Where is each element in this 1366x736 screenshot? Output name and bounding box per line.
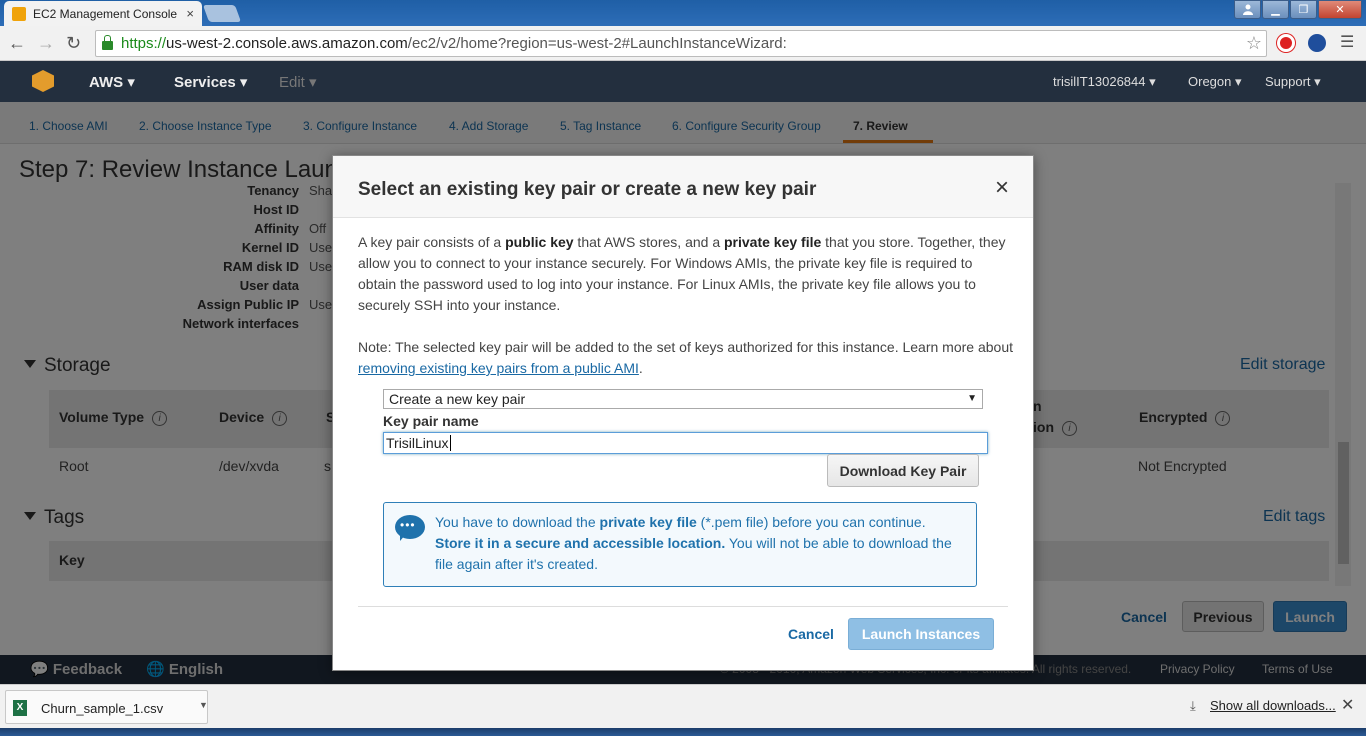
tab-close-icon[interactable]: × — [186, 6, 194, 21]
key-pair-description: A key pair consists of a public key that… — [358, 234, 1006, 313]
user-icon[interactable] — [1234, 0, 1261, 19]
dialog-divider — [358, 606, 1008, 607]
close-downloads-icon[interactable]: ✕ — [1341, 695, 1354, 715]
url-input[interactable]: https://us-west-2.console.aws.amazon.com… — [95, 30, 1267, 57]
speech-bubble-icon — [395, 515, 425, 541]
close-icon[interactable]: × — [995, 176, 1009, 200]
window-controls: ▁ ❐ ✕ — [1234, 0, 1362, 19]
remove-key-pairs-link[interactable]: removing existing key pairs from a publi… — [358, 360, 639, 376]
dialog-cancel-button[interactable]: Cancel — [788, 626, 834, 642]
key-pair-note: Note: The selected key pair will be adde… — [358, 339, 1014, 376]
lock-icon — [102, 35, 113, 50]
opera-extension-icon[interactable] — [1277, 34, 1295, 52]
download-file-name: Churn_sample_1.csv — [41, 701, 164, 716]
show-all-downloads-link[interactable]: Show all downloads... — [1210, 698, 1336, 713]
key-pair-dialog: Select an existing key pair or create a … — [332, 155, 1034, 671]
download-item[interactable]: X Churn_sample_1.csv ▼ — [5, 690, 208, 724]
maximize-button[interactable]: ❐ — [1290, 0, 1317, 19]
browser-titlebar: EC2 Management Console × ▁ ❐ ✕ — [0, 0, 1366, 26]
aws-favicon-icon — [12, 6, 26, 21]
key-pair-option-select[interactable]: Create a new key pair ▼ — [383, 389, 983, 409]
account-menu[interactable]: trisilIT13026844 ▾ — [1053, 74, 1156, 90]
aws-menu[interactable]: AWS ▾ — [89, 73, 135, 91]
extension-icon[interactable] — [1308, 34, 1326, 52]
key-pair-name-input[interactable]: TrisilLinux — [383, 432, 988, 454]
address-bar-row: ← → ↻ https://us-west-2.console.aws.amaz… — [0, 26, 1366, 61]
key-pair-name-label: Key pair name — [383, 413, 479, 429]
url-text: https://us-west-2.console.aws.amazon.com… — [121, 35, 787, 52]
bookmark-star-icon[interactable]: ☆ — [1246, 33, 1262, 54]
reload-icon[interactable]: ↻ — [66, 33, 81, 53]
aws-logo-icon[interactable] — [32, 70, 54, 92]
browser-tab[interactable]: EC2 Management Console × — [4, 1, 202, 26]
dialog-header: Select an existing key pair or create a … — [333, 156, 1033, 218]
os-taskbar — [0, 728, 1366, 736]
services-menu[interactable]: Services ▾ — [174, 73, 247, 91]
edit-menu[interactable]: Edit ▾ — [279, 73, 317, 91]
launch-instances-button[interactable]: Launch Instances — [848, 618, 994, 650]
new-tab-button[interactable] — [202, 5, 242, 22]
dropdown-arrow-icon: ▼ — [967, 393, 977, 404]
download-notice: You have to download the private key fil… — [383, 502, 977, 587]
excel-file-icon: X — [13, 700, 27, 716]
download-key-pair-button[interactable]: Download Key Pair — [827, 454, 979, 487]
menu-icon[interactable]: ☰ — [1340, 33, 1354, 53]
region-menu[interactable]: Oregon ▾ — [1188, 74, 1242, 90]
support-menu[interactable]: Support ▾ — [1265, 74, 1321, 90]
back-icon[interactable]: ← — [8, 33, 26, 53]
tab-title: EC2 Management Console — [33, 6, 178, 21]
dialog-title: Select an existing key pair or create a … — [358, 179, 817, 200]
minimize-button[interactable]: ▁ — [1262, 0, 1289, 19]
downloads-bar: X Churn_sample_1.csv ▼ ⤓ Show all downlo… — [0, 684, 1366, 728]
notice-text: You have to download the private key fil… — [435, 514, 952, 572]
download-arrow-icon: ⤓ — [1190, 698, 1196, 713]
aws-header: AWS ▾ Services ▾ Edit ▾ trisilIT13026844… — [0, 61, 1366, 102]
forward-icon[interactable]: → — [37, 33, 55, 53]
close-window-button[interactable]: ✕ — [1318, 0, 1362, 19]
chevron-down-icon[interactable]: ▼ — [199, 700, 208, 710]
